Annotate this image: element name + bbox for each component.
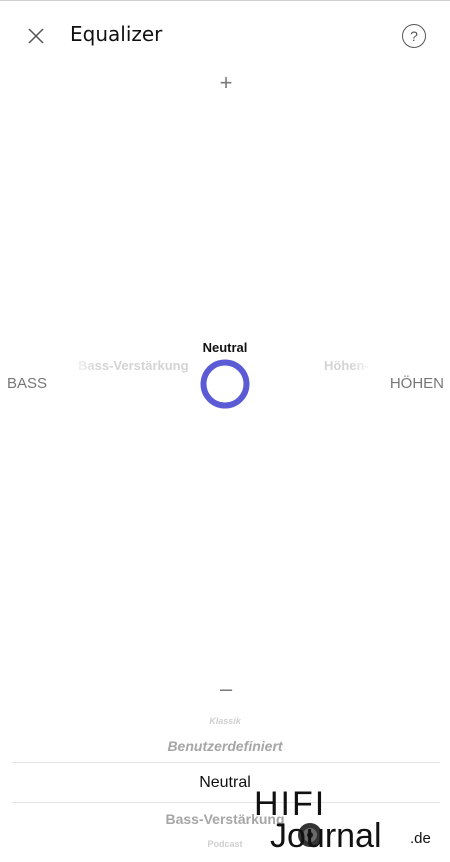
increase-button[interactable]: + [216, 72, 236, 94]
eq-handle[interactable] [199, 358, 251, 410]
right-fade [352, 350, 372, 380]
bass-axis-label: BASS [7, 375, 48, 392]
eq-handle-ring [200, 359, 250, 409]
watermark-suffix: .de [410, 830, 431, 847]
page-title: Equalizer [70, 22, 163, 46]
help-button[interactable]: ? [402, 24, 426, 48]
hifi-journal-watermark: HIFI Journal .de [250, 785, 445, 857]
current-preset-label: Neutral [202, 340, 248, 355]
close-icon [28, 28, 44, 44]
decrease-button[interactable]: – [216, 678, 236, 700]
preset-option[interactable]: Klassik [0, 716, 450, 726]
preset-option[interactable]: Benutzerdefiniert [0, 738, 450, 754]
watermark-line2: Journal [270, 817, 382, 855]
treble-axis-label: HÖHEN [389, 375, 444, 392]
help-icon: ? [410, 28, 418, 44]
close-button[interactable] [22, 22, 50, 50]
left-fade [70, 350, 98, 380]
header-bar: Equalizer ? [0, 0, 450, 72]
selection-top-divider [12, 762, 440, 763]
